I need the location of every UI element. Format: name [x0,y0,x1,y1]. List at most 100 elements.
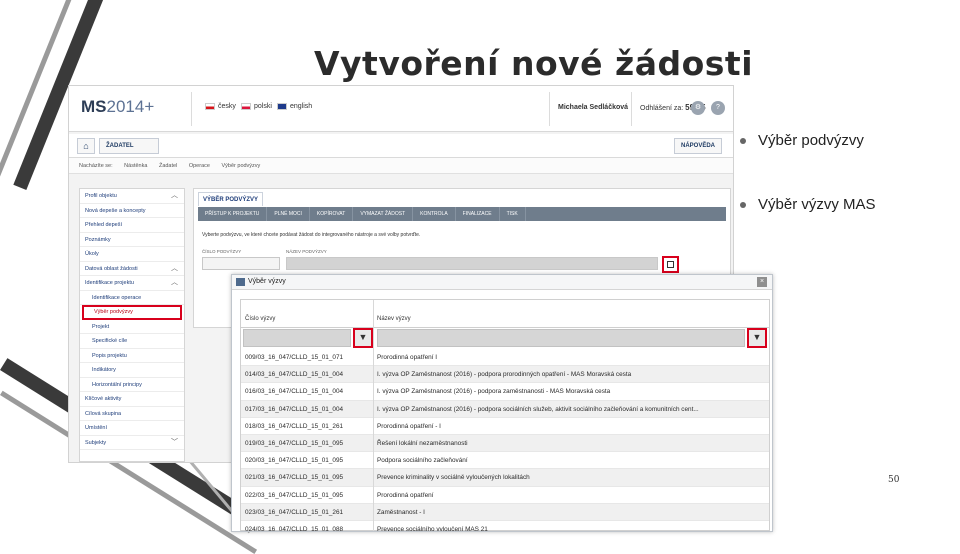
toolbar-button[interactable]: KONTROLA [413,207,456,221]
filter-nazev-input[interactable] [377,329,745,347]
grid-header: Číslo výzvy Název výzvy [241,300,769,328]
breadcrumb-item[interactable]: Nástěnka [124,163,147,169]
toolbar-button[interactable]: VYMAZAT ŽÁDOST [353,207,414,221]
window-icon [236,278,245,286]
nazev-podvyzvy-field[interactable] [286,257,658,270]
table-row[interactable]: 014/03_16_047/CLLD_15_01_004 I. výzva OP … [241,366,769,384]
nazev-podvyzvy-label: NÁZEV PODVÝZVY [286,249,327,254]
help-icon[interactable]: ? [711,101,725,115]
sidebar-item-label: Popis projektu [92,352,127,359]
toolbar-button[interactable]: PLNÉ MOCI [267,207,310,221]
lang-label: polski [254,103,272,110]
cislo-podvyzvy-label: ČÍSLO PODVÝZVY [202,249,242,254]
breadcrumb-item[interactable]: Žadatel [159,163,177,169]
toolbar-button[interactable]: KOPÍROVAT [310,207,354,221]
table-row[interactable]: 021/03_16_047/CLLD_15_01_095 Prevence kri… [241,469,769,487]
lang-pl[interactable]: polski [241,103,272,110]
table-row[interactable]: 017/03_16_047/CLLD_15_01_004 I. výzva OP … [241,400,769,418]
column-divider [373,300,374,531]
table-row[interactable]: 023/03_16_047/CLLD_15_01_261 Zaměstnanost… [241,503,769,521]
breadcrumb-item[interactable]: Operace [189,163,210,169]
bullet-dot [740,202,746,208]
napoveda-button[interactable]: NÁPOVĚDA [674,138,723,154]
toolbar-button[interactable]: TISK [500,207,526,221]
logout-label: Odhlášení za: [640,105,684,112]
sidebar-item[interactable]: Klíčové aktivity [80,392,184,407]
sidebar-item[interactable]: Indikátory [80,363,184,378]
toolbar: PŘÍSTUP K PROJEKTU PLNÉ MOCI KOPÍROVAT VYMA… [198,207,726,221]
sidebar: Profil objektu ︿ Nová depeše a koncepty Pře… [79,188,185,462]
col-cislo-vyzvy[interactable]: Číslo výzvy [245,316,275,322]
bullet-item: Výběr podvýzvy [740,132,950,196]
chevron-icon[interactable]: ︿ [171,189,178,204]
cell-nazev: I. výzva OP Zaměstnanost (2016) - podpor… [377,388,611,396]
sidebar-item-label: Profil objektu [85,193,117,199]
filter-icon[interactable]: ▼ [747,328,767,348]
user-name[interactable]: Michaela Sedláčková [558,104,628,111]
cell-nazev: Prevence sociálního vyloučení MAS 21 [377,525,488,532]
sidebar-item[interactable]: Datová oblast žádosti ︿ [80,262,184,277]
sidebar-item[interactable]: Přehled depeší [80,218,184,233]
cell-nazev: Zaměstnanost - I [377,508,425,516]
cell-cislo: 019/03_16_047/CLLD_15_01_095 [245,439,344,447]
vyzvy-grid: Číslo výzvy Název výzvy ▼ ▼ 009/03_16_04… [240,299,770,531]
sidebar-item[interactable]: Profil objektu ︿ [80,189,184,204]
cell-nazev: Prorodinná opatření - I [377,422,441,430]
cell-cislo: 024/03_16_047/CLLD_15_01_088 [245,525,344,532]
filter-cislo-input[interactable] [243,329,351,347]
table-row[interactable]: 016/03_16_047/CLLD_15_01_004 I. výzva OP … [241,383,769,401]
sidebar-item[interactable]: Popis projektu [80,349,184,363]
col-nazev-vyzvy[interactable]: Název výzvy [377,316,411,322]
sidebar-item[interactable]: Subjekty ﹀ [80,436,184,451]
divider [549,92,550,126]
sidebar-item[interactable]: Cílová skupina [80,407,184,421]
close-icon[interactable]: × [757,277,767,287]
sidebar-item[interactable]: Identifikace operace [80,291,184,305]
lang-cz[interactable]: česky [205,103,236,110]
sidebar-item[interactable]: Projekt [80,320,184,334]
flag-cz-icon [205,103,215,110]
toolbar-button[interactable]: PŘÍSTUP K PROJEKTU [198,207,268,221]
chevron-icon[interactable]: ︿ [171,276,178,291]
sidebar-item-label: Indikátory [92,367,116,373]
sidebar-item[interactable]: Nová depeše a koncepty [80,204,184,218]
logo-text-b: 2014+ [106,97,155,116]
sidebar-item[interactable]: Horizontální principy [80,378,184,392]
sidebar-item[interactable]: Specifické cíle [80,334,184,349]
select-podvyzva-button[interactable] [662,256,679,273]
app-logo[interactable]: MS2014+ [81,97,154,117]
sidebar-item-label: Umístění [85,425,108,431]
bullet-list: Výběr podvýzvy Výběr výzvy MAS [740,132,950,260]
chevron-icon[interactable]: ︿ [171,262,178,277]
table-row[interactable]: 024/03_16_047/CLLD_15_01_088 Prevence soc… [241,521,769,532]
sidebar-item[interactable]: Poznámky [80,233,184,247]
table-row[interactable]: 018/03_16_047/CLLD_15_01_261 Prorodinná o… [241,418,769,435]
tab-vyber-podvyzvy[interactable]: VÝBĚR PODVÝZVY [198,192,264,206]
cell-nazev: I. výzva OP Zaměstnanost (2016) - podpor… [377,371,632,379]
sidebar-item-label: Cílová skupina [85,410,122,417]
table-row[interactable]: 009/03_16_047/CLLD_15_01_071 Prorodinná o… [241,349,769,367]
sidebar-item[interactable]: Úkoly [80,247,184,262]
cell-cislo: 009/03_16_047/CLLD_15_01_071 [245,354,344,361]
table-row[interactable]: 022/03_16_047/CLLD_15_01_095 Prorodinná o… [241,487,769,504]
cislo-podvyzvy-field[interactable] [202,257,280,270]
sidebar-item[interactable]: Identifikace projektu ︿ [80,276,184,291]
filter-icon[interactable]: ▼ [353,328,373,348]
chevron-icon[interactable]: ﹀ [171,436,178,451]
zadatel-button[interactable]: ŽADATEL [99,138,159,154]
lang-en[interactable]: english [277,103,312,110]
table-row[interactable]: 019/03_16_047/CLLD_15_01_095 Řešení lokál… [241,434,769,453]
sidebar-item[interactable]: Umístění [80,421,184,436]
toolbar-button[interactable]: FINALIZACE [456,207,500,221]
sidebar-item[interactable]: Výběr podvýzvy [82,305,182,320]
cell-cislo: 014/03_16_047/CLLD_15_01_004 [245,371,344,379]
cell-cislo: 023/03_16_047/CLLD_15_01_261 [245,508,344,516]
cell-nazev: Prorodinná opatření [377,491,434,499]
sidebar-item-label: Poznámky [85,236,111,243]
sidebar-item-label: Identifikace projektu [85,280,134,286]
breadcrumb-label: Nacházíte se: [79,163,113,169]
table-row[interactable]: 020/03_16_047/CLLD_15_01_095 Podpora soci… [241,452,769,470]
sidebar-item-label: Specifické cíle [92,338,128,344]
settings-icon[interactable]: ⚙ [691,101,705,115]
home-icon[interactable]: ⌂ [77,138,95,154]
